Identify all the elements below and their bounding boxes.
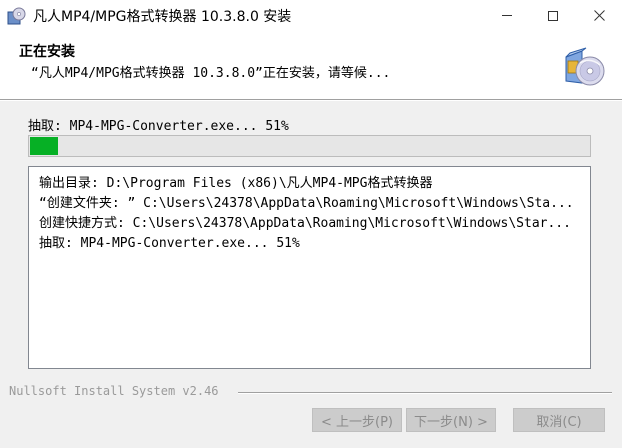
installer-app-icon [7, 7, 26, 25]
close-button[interactable] [576, 0, 622, 31]
minimize-button[interactable] [484, 0, 530, 31]
log-line: 输出目录: D:\Program Files (x86)\凡人MP4-MPG格式… [39, 176, 433, 191]
page-subtitle: “凡人MP4/MPG格式转换器 10.3.8.0”正在安装，请等候... [31, 66, 391, 81]
cancel-button[interactable]: 取消(C) [513, 408, 605, 432]
log-line: 创建快捷方式: C:\Users\24378\AppData\Roaming\M… [39, 216, 571, 231]
progress-fill [30, 137, 58, 155]
title-bar: 凡人MP4/MPG格式转换器 10.3.8.0 安装 [0, 0, 622, 31]
installer-header: 正在安装 “凡人MP4/MPG格式转换器 10.3.8.0”正在安装，请等候..… [0, 31, 622, 99]
footer-divider [238, 392, 612, 394]
log-line: 抽取: MP4-MPG-Converter.exe... 51% [39, 236, 300, 251]
progress-bar [28, 135, 591, 157]
minimize-icon [502, 15, 512, 16]
cd-box-icon [565, 47, 605, 86]
window-title: 凡人MP4/MPG格式转换器 10.3.8.0 安装 [33, 9, 292, 25]
log-line: “创建文件夹: ” C:\Users\24378\AppData\Roaming… [39, 196, 574, 211]
maximize-icon [548, 10, 558, 21]
install-log[interactable]: 输出目录: D:\Program Files (x86)\凡人MP4-MPG格式… [28, 166, 591, 369]
close-icon [593, 10, 605, 21]
next-button[interactable]: 下一步(N) > [406, 408, 496, 432]
maximize-button[interactable] [530, 0, 576, 31]
back-button[interactable]: < 上一步(P) [312, 408, 402, 432]
nsis-branding: Nullsoft Install System v2.46 [9, 384, 219, 398]
page-title: 正在安装 [19, 44, 75, 60]
install-body: 抽取: MP4-MPG-Converter.exe... 51% 输出目录: D… [0, 101, 622, 448]
progress-status: 抽取: MP4-MPG-Converter.exe... 51% [28, 119, 289, 134]
